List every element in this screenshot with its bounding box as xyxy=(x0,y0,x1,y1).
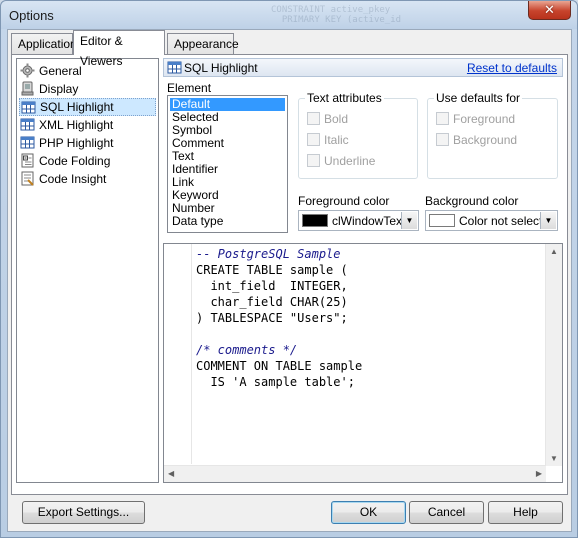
background-color-select[interactable]: Color not selected ▼ xyxy=(425,210,558,231)
tab-label: Application xyxy=(18,37,77,51)
grid-icon xyxy=(20,136,35,149)
nav-item-label: Display xyxy=(39,82,79,96)
tab-label: Appearance xyxy=(174,37,239,51)
tab-label: Editor & Viewers xyxy=(80,34,123,68)
vertical-scrollbar[interactable]: ▲ ▼ xyxy=(545,244,562,466)
italic-label: Italic xyxy=(324,133,349,147)
code-line: COMMENT ON TABLE sample xyxy=(196,359,363,373)
code-line: -- PostgreSQL Sample xyxy=(196,247,341,261)
nav-item-label: Code Insight xyxy=(39,172,107,186)
nav-item-label: XML Highlight xyxy=(39,118,114,132)
sql-preview-editor[interactable]: -- PostgreSQL Sample CREATE TABLE sample… xyxy=(163,243,563,483)
code-line: ) TABLESPACE "Users"; xyxy=(196,311,348,325)
background-color-value: Color not selected xyxy=(459,214,542,228)
grid-icon xyxy=(20,118,35,131)
background-color-label: Background color xyxy=(425,194,519,208)
grid-icon xyxy=(167,61,182,74)
button-label: OK xyxy=(359,505,378,519)
element-item[interactable]: Data type xyxy=(170,215,285,228)
nav-item-xml-highlight[interactable]: XML Highlight xyxy=(19,116,156,134)
close-button[interactable]: ✕ xyxy=(528,1,571,20)
background-label: Background xyxy=(453,133,518,147)
display-icon xyxy=(21,81,34,96)
foreground-color-select[interactable]: clWindowText ▼ xyxy=(298,210,419,231)
code-folding-icon xyxy=(21,153,34,168)
color-swatch xyxy=(302,214,328,227)
scroll-down-icon[interactable]: ▼ xyxy=(550,454,558,463)
tab-editor-viewers[interactable]: Editor & Viewers xyxy=(73,30,165,68)
code-line: CREATE TABLE sample ( xyxy=(196,263,348,277)
button-label: Export Settings... xyxy=(37,505,130,519)
checkbox-box xyxy=(436,133,449,147)
bold-checkbox[interactable]: Bold xyxy=(307,111,348,127)
section-header: SQL Highlight Reset to defaults xyxy=(163,58,563,77)
nav-item-sql-highlight[interactable]: SQL Highlight xyxy=(19,98,156,116)
reset-to-defaults-link[interactable]: Reset to defaults xyxy=(467,61,557,75)
background-ghost-text: CONSTRAINT active_pkey PRIMARY KEY (acti… xyxy=(271,5,402,25)
foreground-label: Foreground xyxy=(453,112,516,126)
chevron-down-icon[interactable]: ▼ xyxy=(540,212,556,229)
use-defaults-group: Use defaults for Foreground Background xyxy=(427,91,558,179)
button-label: Cancel xyxy=(427,505,466,519)
checkbox-box xyxy=(307,112,320,126)
export-settings-button[interactable]: Export Settings... xyxy=(22,501,145,524)
category-list: General Display SQL Highlight XML Highli… xyxy=(16,58,159,483)
nav-item-label: SQL Highlight xyxy=(40,100,114,114)
checkbox-box xyxy=(307,154,320,168)
tab-appearance[interactable]: Appearance xyxy=(167,33,239,54)
tab-panel: General Display SQL Highlight XML Highli… xyxy=(11,54,568,495)
title-bar[interactable]: Options CONSTRAINT active_pkey PRIMARY K… xyxy=(1,1,577,29)
ok-button[interactable]: OK xyxy=(331,501,406,524)
underline-checkbox[interactable]: Underline xyxy=(307,153,375,169)
horizontal-scrollbar[interactable]: ◀ ▶ xyxy=(164,465,546,482)
tab-application[interactable]: Application xyxy=(11,33,77,54)
color-swatch xyxy=(429,214,455,227)
close-icon: ✕ xyxy=(544,2,555,17)
checkbox-box xyxy=(307,133,320,147)
gear-icon xyxy=(20,63,35,78)
scroll-right-icon[interactable]: ▶ xyxy=(536,469,542,478)
nav-item-label: General xyxy=(39,64,82,78)
bold-label: Bold xyxy=(324,112,349,126)
foreground-color-value: clWindowText xyxy=(332,214,402,228)
element-list[interactable]: Default Selected Symbol Comment Text Ide… xyxy=(167,95,288,233)
use-defaults-title: Use defaults for xyxy=(434,91,523,105)
button-label: Help xyxy=(513,505,538,519)
underline-label: Underline xyxy=(324,154,376,168)
code-insight-icon xyxy=(21,171,34,186)
nav-item-label: PHP Highlight xyxy=(39,136,114,150)
code-line: char_field CHAR(25) xyxy=(196,295,348,309)
checkbox-box xyxy=(436,112,449,126)
scroll-left-icon[interactable]: ◀ xyxy=(168,469,174,478)
scroll-up-icon[interactable]: ▲ xyxy=(550,247,558,256)
nav-item-label: Code Folding xyxy=(39,154,111,168)
help-button[interactable]: Help xyxy=(488,501,563,524)
text-attributes-title: Text attributes xyxy=(305,91,384,105)
options-window: Options CONSTRAINT active_pkey PRIMARY K… xyxy=(0,0,578,538)
text-attributes-group: Text attributes Bold Italic Underline xyxy=(298,91,418,179)
element-label: Element xyxy=(167,81,212,95)
dialog-client: Application Editor & Viewers Appearance … xyxy=(7,29,572,532)
cancel-button[interactable]: Cancel xyxy=(409,501,484,524)
window-title: Options xyxy=(9,8,54,23)
code-line: IS 'A sample table'; xyxy=(196,375,355,389)
nav-item-display[interactable]: Display xyxy=(19,80,156,98)
code-line: int_field INTEGER, xyxy=(196,279,348,293)
background-default-checkbox[interactable]: Background xyxy=(436,132,517,148)
grid-icon xyxy=(21,101,36,114)
editor-gutter xyxy=(164,244,192,464)
nav-item-php-highlight[interactable]: PHP Highlight xyxy=(19,134,156,152)
nav-item-code-insight[interactable]: Code Insight xyxy=(19,170,156,188)
italic-checkbox[interactable]: Italic xyxy=(307,132,349,148)
chevron-down-icon[interactable]: ▼ xyxy=(401,212,417,229)
foreground-color-label: Foreground color xyxy=(298,194,390,208)
code-line: /* comments */ xyxy=(196,343,298,357)
nav-item-code-folding[interactable]: Code Folding xyxy=(19,152,156,170)
foreground-default-checkbox[interactable]: Foreground xyxy=(436,111,515,127)
section-title: SQL Highlight xyxy=(184,61,258,75)
